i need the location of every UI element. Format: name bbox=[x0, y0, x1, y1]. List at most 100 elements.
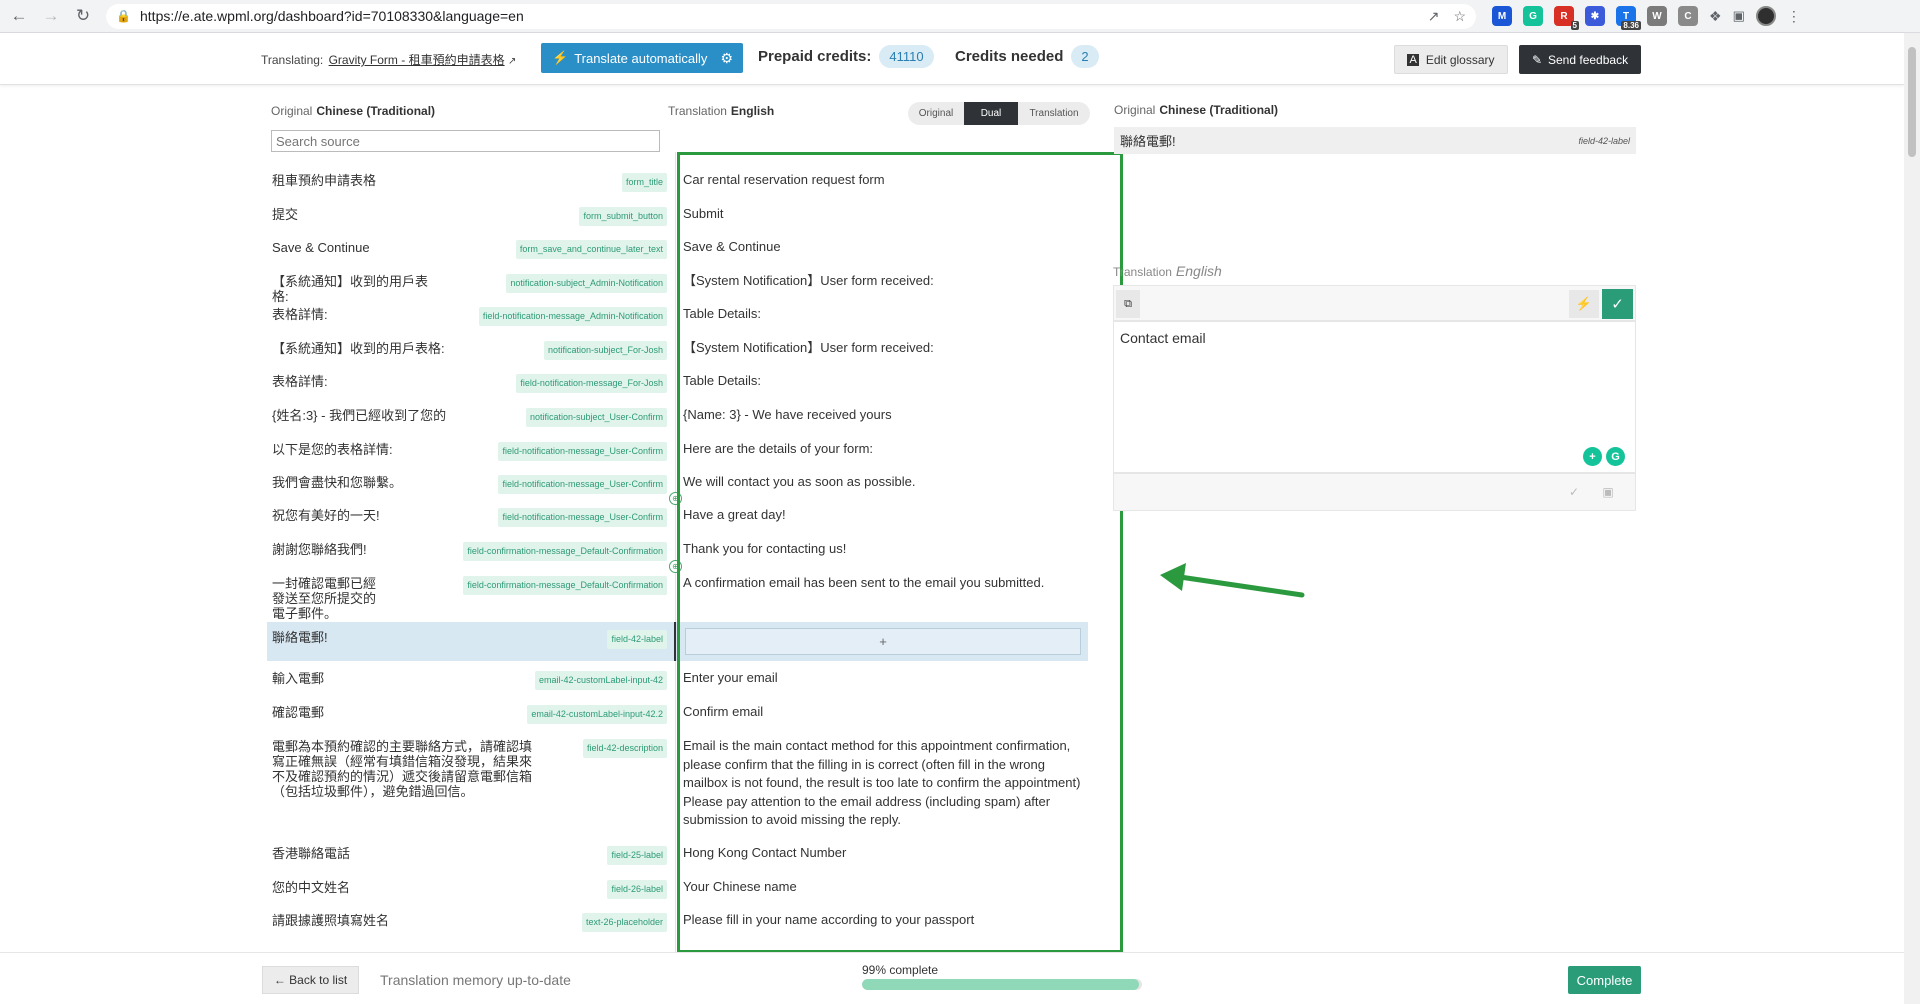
source-text: 請跟據護照填寫姓名 bbox=[272, 913, 390, 928]
source-text: 【系統通知】收到的用戶表格: bbox=[272, 341, 445, 356]
right-original-label: Original bbox=[1114, 103, 1156, 117]
source-segment[interactable]: 香港聯絡電話 field-25-label bbox=[272, 846, 667, 865]
source-segment[interactable]: 一封確認電郵已經發送至您所提交的電子郵件。 field-confirmation-… bbox=[272, 576, 667, 621]
source-segment[interactable]: 請跟據護照填寫姓名 text-26-placeholder bbox=[272, 913, 667, 932]
source-segment[interactable]: 表格詳情: field-notification-message_For-Josh bbox=[272, 374, 667, 393]
right-translation-language: English bbox=[1175, 263, 1222, 279]
original-language: Chinese (Traditional) bbox=[316, 104, 436, 118]
bottom-bar: ← Back to list Translation memory up-to-… bbox=[0, 952, 1904, 1004]
source-text: {姓名:3} - 我們已經收到了您的 bbox=[272, 408, 447, 423]
source-segment[interactable]: 謝謝您聯絡我們! field-confirmation-message_Defau… bbox=[272, 542, 667, 561]
forward-arrow-icon[interactable]: → bbox=[38, 3, 64, 29]
side-panel-icon[interactable]: ▣ bbox=[1733, 8, 1745, 24]
grammarly-icon[interactable]: G bbox=[1523, 6, 1543, 26]
translating-label: Translating: bbox=[261, 53, 324, 67]
profile-avatar[interactable] bbox=[1755, 6, 1776, 26]
segment-tag: notification-subject_For-Josh bbox=[543, 341, 667, 360]
progress-bar bbox=[862, 979, 1142, 990]
translation-language: English bbox=[730, 104, 775, 118]
page-scrollbar[interactable] bbox=[1904, 33, 1920, 1004]
source-segment[interactable]: 【系統通知】收到的用戶表格: notification-subject_Admin… bbox=[272, 274, 667, 304]
source-segment[interactable]: 提交 form_submit_button bbox=[272, 207, 667, 226]
source-text: 您的中文姓名 bbox=[272, 880, 351, 895]
segment-tag: notification-subject_Admin-Notification bbox=[506, 274, 667, 293]
back-to-list-button[interactable]: ← Back to list bbox=[262, 966, 359, 994]
grammarly-icon[interactable]: G bbox=[1606, 447, 1625, 466]
reload-icon[interactable]: ↻ bbox=[70, 3, 96, 29]
back-arrow-icon[interactable]: ← bbox=[6, 3, 32, 29]
translation-textarea[interactable] bbox=[1113, 321, 1636, 473]
translate-automatically-button[interactable]: ⚡ Translate automatically ⚙ bbox=[541, 43, 743, 73]
source-segment[interactable]: 祝您有美好的一天! field-notification-message_User… bbox=[272, 508, 667, 527]
segment-tag: field-notification-message_Admin-Notific… bbox=[478, 307, 667, 326]
credits-needed-label: Credits needed bbox=[955, 48, 1064, 65]
source-segment[interactable]: {姓名:3} - 我們已經收到了您的 notification-subject_U… bbox=[272, 408, 667, 427]
complete-button[interactable]: Complete bbox=[1568, 966, 1641, 994]
scrollbar-thumb[interactable] bbox=[1908, 47, 1916, 157]
segment-tag: form_save_and_continue_later_text bbox=[515, 240, 667, 259]
source-segment[interactable]: 輸入電郵 email-42-customLabel-input-42 bbox=[272, 671, 667, 690]
bookmark-star-icon[interactable]: ☆ bbox=[1453, 8, 1466, 25]
translation-column-header: Translation English bbox=[668, 104, 774, 118]
source-text: 表格詳情: bbox=[272, 307, 328, 322]
view-original-tab[interactable]: Original bbox=[908, 102, 964, 125]
source-segment[interactable]: 以下是您的表格詳情: field-notification-message_Use… bbox=[272, 442, 667, 461]
malwarebytes-icon[interactable]: M bbox=[1492, 6, 1512, 26]
source-segment[interactable]: 我們會盡快和您聯繫。 field-notification-message_Use… bbox=[272, 475, 667, 494]
selected-row-marker bbox=[674, 622, 676, 661]
extension-badge: 8.36 bbox=[1621, 21, 1641, 30]
original-column-header: Original Chinese (Traditional) bbox=[271, 104, 435, 118]
wordpress-w-icon[interactable]: W bbox=[1647, 6, 1667, 26]
spellcheck-icon[interactable]: ✓ bbox=[1565, 483, 1583, 501]
extension-badge: 5 bbox=[1570, 21, 1579, 30]
source-segment[interactable]: 電郵為本預約確認的主要聯絡方式，請確認填寫正確無誤（經常有填錯信箱沒發現，結果來… bbox=[272, 739, 667, 799]
prepaid-credits-label: Prepaid credits: bbox=[758, 48, 872, 65]
lightning-icon: ⚡ bbox=[552, 50, 569, 65]
source-text: 確認電郵 bbox=[272, 705, 325, 720]
edit-glossary-button[interactable]: A Edit glossary bbox=[1394, 45, 1508, 74]
segment-tag: text-26-placeholder bbox=[581, 913, 667, 932]
copy-source-icon[interactable]: ⧉ bbox=[1116, 290, 1140, 318]
source-segment[interactable]: Save & Continue form_save_and_continue_la… bbox=[272, 240, 667, 259]
edit-glossary-label: Edit glossary bbox=[1425, 52, 1495, 67]
plus-circle-icon[interactable]: + bbox=[1583, 447, 1602, 466]
c-extension-icon[interactable]: C bbox=[1678, 6, 1698, 26]
job-link[interactable]: Gravity Form - 租車預約申請表格 bbox=[329, 53, 505, 67]
segment-tag: notification-subject_User-Confirm bbox=[525, 408, 667, 427]
source-segment[interactable]: 租車預約申請表格 form_title bbox=[272, 173, 667, 192]
send-feedback-button[interactable]: ✎ Send feedback bbox=[1519, 45, 1641, 74]
segment-tag: field-notification-message_User-Confirm bbox=[498, 475, 667, 494]
address-bar[interactable]: 🔒 https://e.ate.wpml.org/dashboard?id=70… bbox=[106, 3, 1476, 29]
extensions-puzzle-icon[interactable]: ❖ bbox=[1709, 8, 1722, 25]
url-text: https://e.ate.wpml.org/dashboard?id=7010… bbox=[140, 8, 524, 24]
search-source-input[interactable] bbox=[271, 130, 660, 152]
right-translation-label: Translation bbox=[1113, 265, 1172, 279]
source-segment[interactable]: 確認電郵 email-42-customLabel-input-42.2 bbox=[272, 705, 667, 724]
view-dual-tab[interactable]: Dual bbox=[964, 102, 1018, 125]
redlist-icon[interactable]: R5 bbox=[1554, 6, 1579, 30]
kebab-menu-icon[interactable]: ⋮ bbox=[1787, 8, 1801, 25]
source-segment[interactable]: 您的中文姓名 field-26-label bbox=[272, 880, 667, 899]
snowflake-icon[interactable]: ✱ bbox=[1585, 6, 1605, 26]
tools-icon[interactable]: T 8.36 bbox=[1616, 6, 1641, 30]
lightning-icon[interactable]: ⚡ bbox=[1569, 290, 1599, 318]
pencil-icon: ✎ bbox=[1531, 52, 1542, 67]
gear-icon[interactable]: ⚙ bbox=[720, 50, 733, 67]
source-text: 我們會盡快和您聯繫。 bbox=[272, 475, 403, 490]
confirm-check-icon[interactable]: ✓ bbox=[1602, 289, 1633, 319]
translation-editor-toolbar: ⧉ ⚡ ✓ bbox=[1113, 285, 1636, 321]
extension-glyph: T bbox=[1622, 10, 1630, 22]
share-icon[interactable]: ↗ bbox=[1428, 8, 1440, 25]
source-segment[interactable]: 聯絡電郵! field-42-label bbox=[272, 630, 667, 649]
extension-glyph: M bbox=[1497, 10, 1507, 22]
progress-label: 99% complete bbox=[862, 963, 939, 977]
image-icon[interactable]: ▣ bbox=[1599, 483, 1617, 501]
source-segment[interactable]: 表格詳情: field-notification-message_Admin-No… bbox=[272, 307, 667, 326]
source-segment[interactable]: 【系統通知】收到的用戶表格: notification-subject_For-J… bbox=[272, 341, 667, 360]
translation-label: Translation bbox=[668, 104, 727, 118]
segment-tag: field-42-description bbox=[582, 739, 667, 758]
view-translation-tab[interactable]: Translation bbox=[1018, 102, 1090, 125]
right-source-text-box: 聯絡電郵! field-42-label bbox=[1114, 127, 1636, 154]
annotation-arrow-icon bbox=[1160, 563, 1305, 598]
segment-tag: field-42-label bbox=[607, 630, 667, 649]
